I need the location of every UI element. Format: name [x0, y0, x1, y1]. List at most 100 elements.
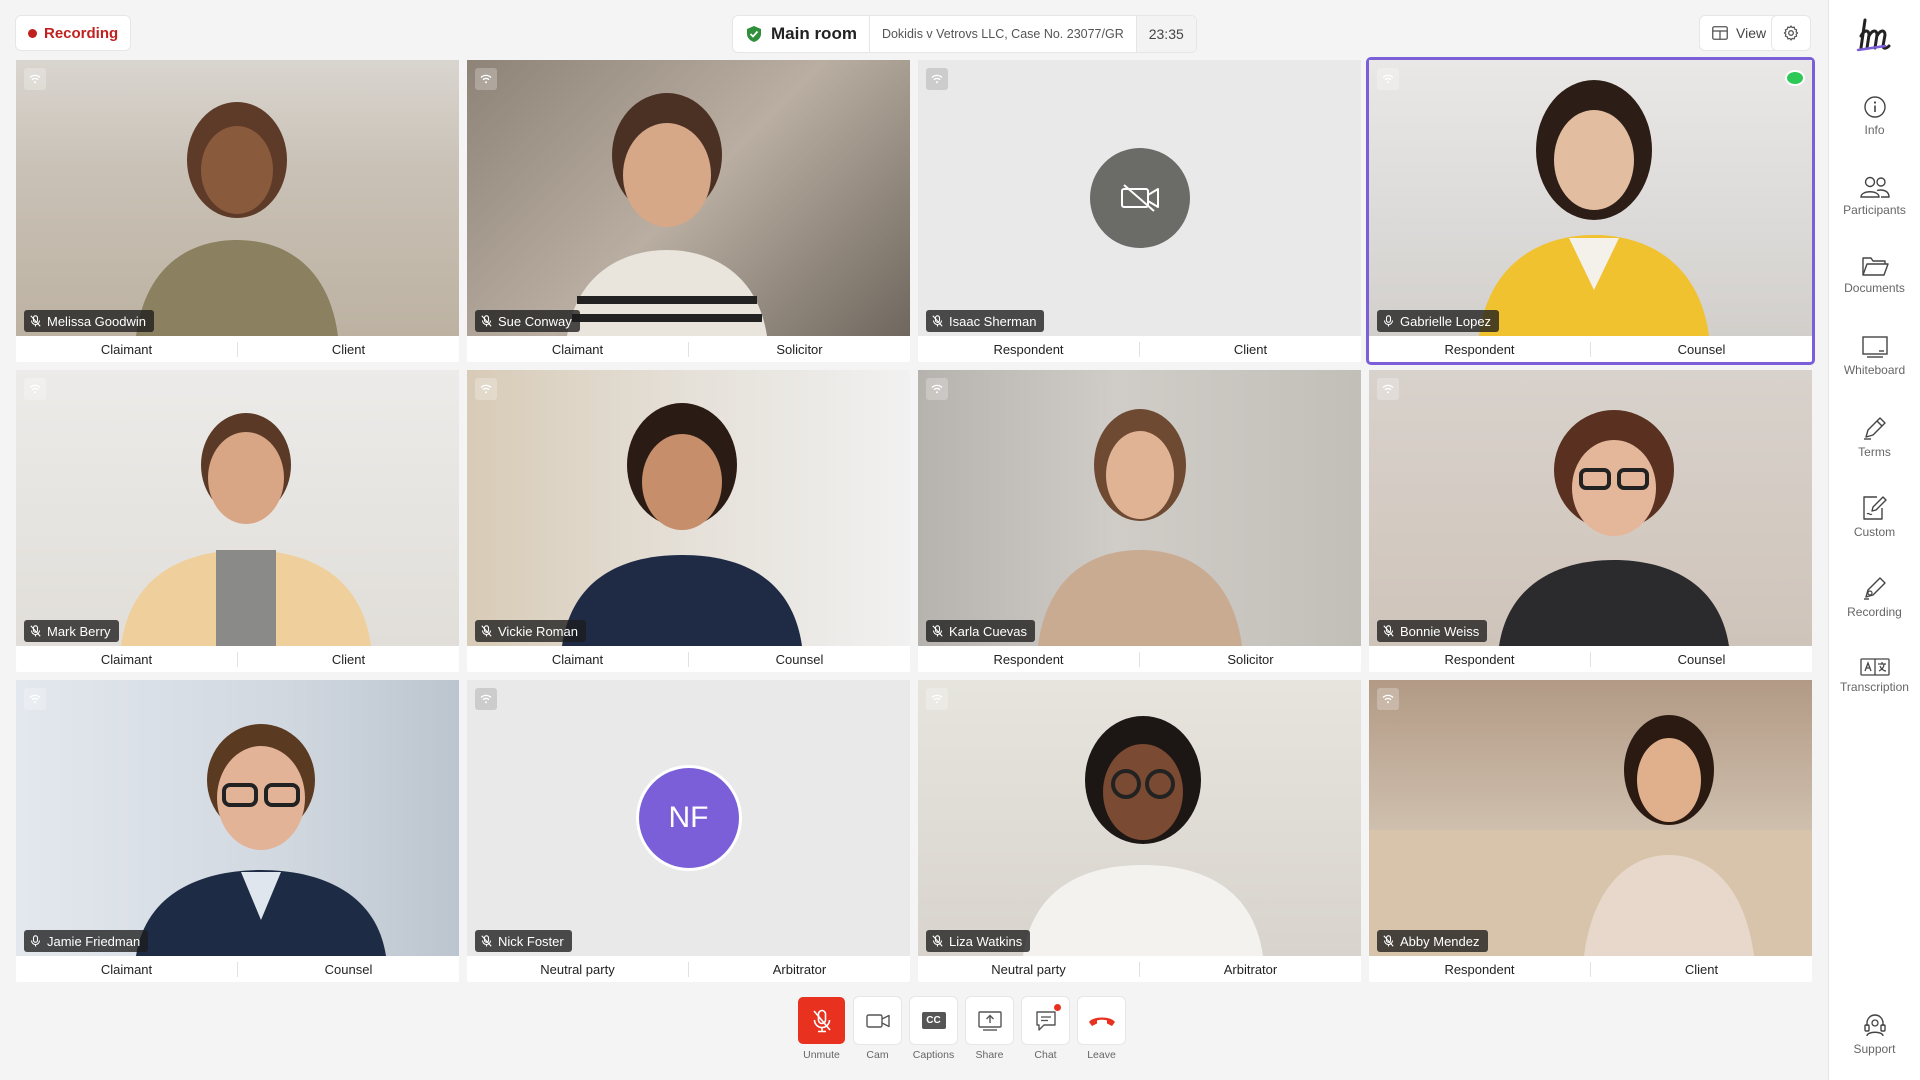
chat-label: Chat	[1034, 1049, 1057, 1061]
sidebar-item-label: Custom	[1853, 525, 1896, 539]
participant-name: Gabrielle Lopez	[1400, 313, 1492, 329]
video-feed: Sue Conway	[467, 60, 910, 336]
person-silhouette-icon	[567, 93, 767, 336]
participant-role-type: Client	[331, 341, 366, 357]
chat-button[interactable]	[1022, 997, 1069, 1044]
participant-tile-active-speaker[interactable]: Gabrielle Lopez Respondent Counsel	[1366, 57, 1815, 365]
wifi-signal-icon	[1377, 378, 1399, 400]
sidebar-item-label: Info	[1864, 123, 1885, 137]
video-feed: Gabrielle Lopez	[1369, 60, 1812, 336]
participant-role-party: Respondent	[1369, 961, 1591, 977]
chat-control: Chat	[1022, 997, 1069, 1061]
sidebar-item-terms[interactable]: Terms	[1829, 415, 1920, 459]
sidebar-item-whiteboard[interactable]: Whiteboard	[1829, 335, 1920, 377]
wifi-signal-icon	[475, 688, 497, 710]
participant-tile[interactable]: Karla Cuevas Respondent Solicitor	[918, 370, 1361, 672]
pen-icon	[1863, 417, 1886, 440]
mic-off-icon	[1383, 935, 1394, 947]
sidebar-item-label: Transcription	[1840, 680, 1909, 694]
leave-call-button[interactable]	[1078, 997, 1125, 1044]
wifi-signal-icon	[475, 68, 497, 90]
participant-role-party: Claimant	[16, 961, 238, 977]
participant-tile[interactable]: Bonnie Weiss Respondent Counsel	[1369, 370, 1812, 672]
camera-control: Cam	[854, 997, 901, 1061]
participant-name-tag: Mark Berry	[24, 620, 119, 642]
sidebar-item-participants[interactable]: Participants	[1829, 175, 1920, 217]
participant-tile[interactable]: Sue Conway Claimant Solicitor	[467, 60, 910, 362]
sidebar-item-documents[interactable]: Documents	[1829, 255, 1920, 295]
participant-name: Vickie Roman	[498, 623, 578, 639]
participant-name-tag: Bonnie Weiss	[1377, 620, 1488, 642]
meeting-timer: 23:35	[1135, 16, 1196, 52]
sidebar-item-recording[interactable]: Recording	[1829, 575, 1920, 619]
participant-roles: Claimant Client	[16, 336, 459, 362]
wifi-signal-icon	[926, 68, 948, 90]
recording-indicator: Recording	[16, 16, 131, 50]
camera-button[interactable]	[854, 997, 901, 1044]
participant-tile[interactable]: Abby Mendez Respondent Client	[1369, 680, 1812, 982]
sidebar-item-info[interactable]: Info	[1829, 95, 1920, 137]
participant-name: Mark Berry	[47, 623, 111, 639]
top-bar: Recording Main room Dokidis v Vetrovs LL…	[16, 14, 1814, 54]
participant-tile[interactable]: Vickie Roman Claimant Counsel	[467, 370, 910, 672]
participant-name: Sue Conway	[498, 313, 572, 329]
room-info: Main room Dokidis v Vetrovs LLC, Case No…	[733, 16, 1196, 52]
unmute-control: Unmute	[798, 997, 845, 1061]
share-label: Share	[975, 1049, 1004, 1061]
participant-name: Abby Mendez	[1400, 933, 1480, 949]
participant-tile[interactable]: Mark Berry Claimant Client	[16, 370, 459, 672]
person-silhouette-icon	[562, 403, 802, 646]
participant-role-party: Respondent	[918, 341, 1140, 357]
video-feed: Karla Cuevas	[918, 370, 1361, 646]
camera-off-icon	[1089, 148, 1190, 248]
participants-icon	[1859, 176, 1890, 198]
participant-name-tag: Vickie Roman	[475, 620, 586, 642]
recording-pen-icon	[1863, 577, 1886, 600]
participant-tile[interactable]: Isaac Sherman Respondent Client	[918, 60, 1361, 362]
participant-roles: Respondent Client	[1369, 956, 1812, 982]
participant-name-tag: Sue Conway	[475, 310, 580, 332]
participant-role-party: Respondent	[918, 651, 1140, 667]
participant-role-type: Arbitrator	[772, 961, 827, 977]
participant-avatar: NF	[638, 768, 739, 868]
participant-roles: Claimant Counsel	[467, 646, 910, 672]
mic-off-icon	[30, 315, 41, 327]
wifi-signal-icon	[1377, 688, 1399, 710]
captions-button[interactable]: CC	[910, 997, 957, 1044]
participant-roles: Respondent Counsel	[1369, 336, 1812, 362]
participant-grid: Melissa Goodwin Claimant Client Sue Conw…	[16, 57, 1815, 982]
video-feed: Isaac Sherman	[918, 60, 1361, 336]
participant-role-type: Solicitor	[1227, 651, 1274, 667]
participant-tile[interactable]: Liza Watkins Neutral party Arbitrator	[918, 680, 1361, 982]
participant-roles: Neutral party Arbitrator	[918, 956, 1361, 982]
participant-name: Melissa Goodwin	[47, 313, 146, 329]
mic-off-icon	[932, 315, 943, 327]
unmute-button[interactable]	[798, 997, 845, 1044]
sidebar-item-custom[interactable]: Custom	[1829, 495, 1920, 539]
share-screen-button[interactable]	[966, 997, 1013, 1044]
video-feed: Mark Berry	[16, 370, 459, 646]
participant-tile[interactable]: Jamie Friedman Claimant Counsel	[16, 680, 459, 982]
sidebar-item-transcription[interactable]: Transcription	[1829, 658, 1920, 694]
participant-role-type: Counsel	[1677, 341, 1726, 357]
folder-open-icon	[1861, 257, 1889, 276]
video-feed: Abby Mendez	[1369, 680, 1812, 956]
participant-roles: Claimant Counsel	[16, 956, 459, 982]
video-feed: Bonnie Weiss	[1369, 370, 1812, 646]
participant-role-party: Neutral party	[467, 961, 689, 977]
participant-tile[interactable]: Melissa Goodwin Claimant Client	[16, 60, 459, 362]
app-logo	[1829, 16, 1920, 57]
sidebar-item-label: Documents	[1844, 281, 1905, 295]
right-sidebar: Info Participants Documents Whiteboard T…	[1828, 0, 1920, 1080]
headset-support-icon	[1863, 1014, 1886, 1037]
participant-roles: Neutral party Arbitrator	[467, 956, 910, 982]
view-layout-button[interactable]: View	[1700, 16, 1779, 50]
settings-button[interactable]	[1772, 16, 1810, 50]
sidebar-item-support[interactable]: Support	[1829, 1012, 1920, 1056]
shield-check-icon	[747, 26, 761, 42]
recording-dot-icon	[28, 28, 37, 38]
person-silhouette-icon	[121, 413, 371, 646]
app-logo-icon	[1856, 18, 1890, 52]
participant-role-type: Counsel	[775, 651, 824, 667]
participant-tile[interactable]: NF Nick Foster Neutral party Arbitrator	[467, 680, 910, 982]
